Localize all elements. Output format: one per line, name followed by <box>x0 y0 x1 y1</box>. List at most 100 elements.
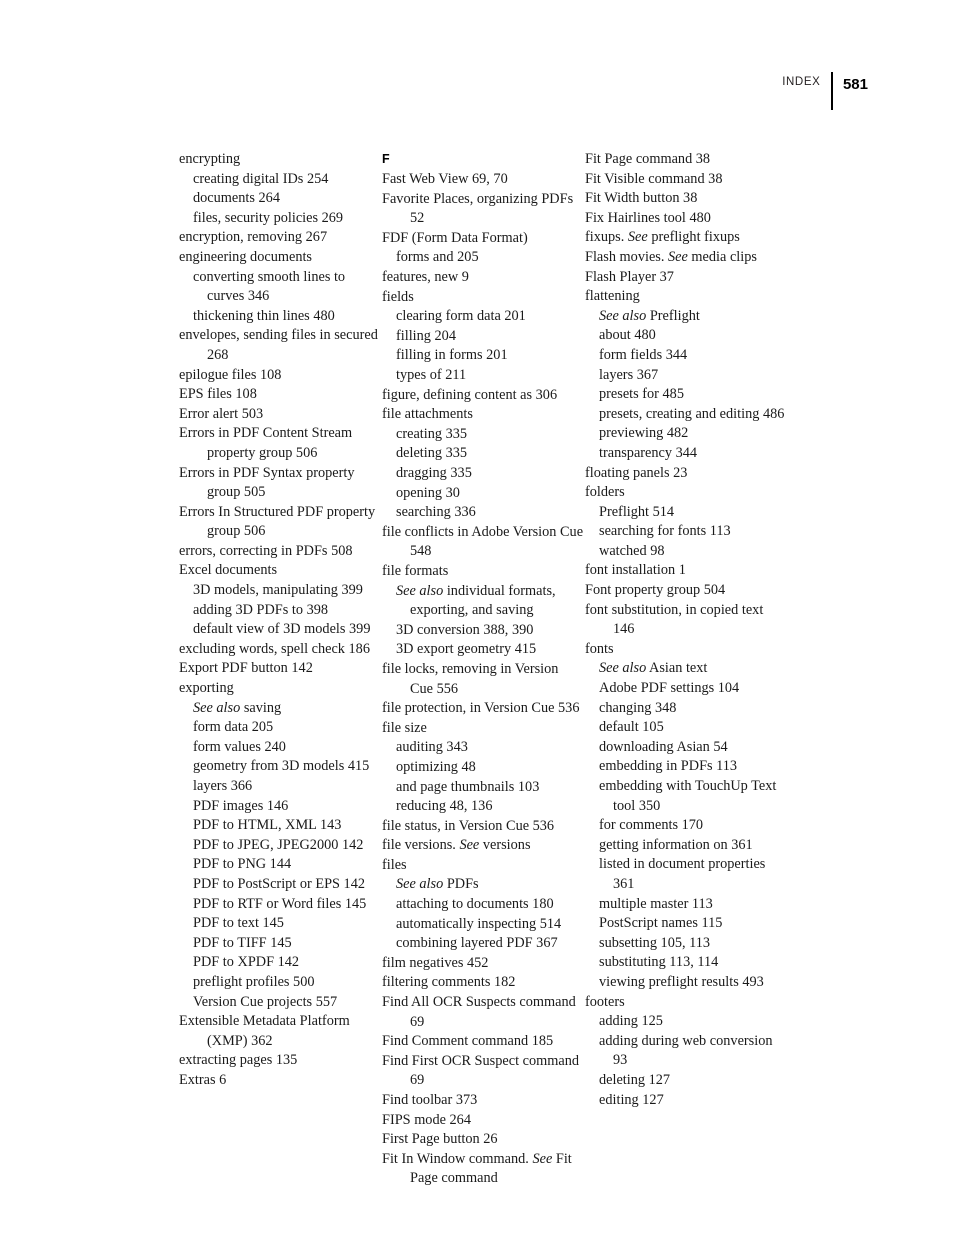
index-subentry: form data 205 <box>193 719 274 736</box>
index-entry: file status, in Version Cue 536 <box>382 817 555 834</box>
cross-reference-italic: See <box>459 837 480 854</box>
index-entry: filtering comments 182 <box>382 974 516 991</box>
index-subentry: See also Asian text <box>599 660 708 677</box>
index-entry: file formats <box>382 562 449 579</box>
cross-reference-italic: See also <box>396 582 444 599</box>
index-subentry: embedding with TouchUp Text tool 350 <box>599 778 777 814</box>
index-entry: EPS files 108 <box>179 386 257 403</box>
index-column-1: encrypting creating digital IDs 254 docume… <box>179 150 382 1091</box>
index-subentry: files, security policies 269 <box>193 209 344 226</box>
index-subentry: changing 348 <box>599 699 677 716</box>
index-entry: figure, defining content as 306 <box>382 386 558 403</box>
index-entry: font substitution, in copied text 146 <box>585 601 764 638</box>
index-entry: epilogue files 108 <box>179 366 282 383</box>
index-entry: Errors in PDF Syntax property group 505 <box>179 464 355 501</box>
index-subentry: creating digital IDs 254 <box>193 170 329 187</box>
index-subentry: thickening thin lines 480 <box>193 307 335 324</box>
index-subentry: PDF to text 145 <box>193 915 284 932</box>
index-entry: encrypting <box>179 151 241 167</box>
index-entry: Fix Hairlines tool 480 <box>585 209 711 226</box>
index-entry: Favorite Places, organizing PDFs 52 <box>382 190 574 227</box>
index-entry: file versions. See versions <box>382 837 531 854</box>
index-subentry: creating 335 <box>396 425 468 442</box>
index-subentry: multiple master 113 <box>599 895 713 912</box>
index-subentry: converting smooth lines to curves 346 <box>193 268 346 305</box>
cross-reference-italic: See also <box>396 876 444 893</box>
index-entry: encryption, removing 267 <box>179 229 328 246</box>
index-entry: Extras 6 <box>179 1071 227 1088</box>
index-subentry: presets, creating and editing 486 <box>599 405 785 422</box>
index-entry: envelopes, sending files in secured 268 <box>179 327 378 363</box>
index-subentry: for comments 170 <box>599 817 704 834</box>
index-subentry: about 480 <box>599 327 656 344</box>
index-subentry: searching for fonts 113 <box>599 523 731 540</box>
index-entry: Fit Visible command 38 <box>585 170 723 187</box>
index-subentry: layers 366 <box>193 778 253 794</box>
cross-reference-italic: See also <box>599 660 647 677</box>
index-entry: Find Comment command 185 <box>382 1033 554 1050</box>
index-subentry: downloading Asian 54 <box>599 738 728 755</box>
cross-reference-italic: See <box>532 1150 553 1167</box>
index-subentry: substituting 113, 114 <box>599 954 719 971</box>
index-subentry: PDF to JPEG, JPEG2000 142 <box>193 836 364 853</box>
index-entry: Errors in PDF Content Stream property gr… <box>179 425 353 461</box>
index-entry: engineering documents <box>179 248 313 265</box>
index-subentry: default 105 <box>599 719 664 736</box>
index-subentry: subsetting 105, 113 <box>599 934 711 951</box>
page-number: 581 <box>842 75 868 93</box>
index-entry: features, new 9 <box>382 269 469 286</box>
index-entry: Errors In Structured PDF property group … <box>179 503 376 540</box>
index-entry: file protection, in Version Cue 536 <box>382 700 580 717</box>
index-subentry: Preflight 514 <box>599 503 675 520</box>
index-subentry: PDF to RTF or Word files 145 <box>193 895 367 912</box>
index-entry: First Page button 26 <box>382 1131 498 1148</box>
index-entry: file size <box>382 719 427 736</box>
index-subentry: See also Preflight <box>599 307 700 324</box>
index-column-2: F Fast Web View 69, 70 Favorite Places, or… <box>382 150 585 1189</box>
index-subentry: searching 336 <box>396 504 476 521</box>
index-subentry: clearing form data 201 <box>396 308 526 325</box>
index-entry: Flash Player 37 <box>585 268 674 285</box>
index-subentry: attaching to documents 180 <box>396 896 554 913</box>
index-subentry: adding during web conversion 93 <box>599 1032 773 1069</box>
index-subentry: PDF to HTML, XML 143 <box>193 817 342 834</box>
cross-reference-italic: See <box>627 229 648 246</box>
index-subentry: getting information on 361 <box>599 836 753 853</box>
index-subentry: optimizing 48 <box>396 758 476 775</box>
index-subentry: dragging 335 <box>396 465 472 481</box>
index-entry: Font property group 504 <box>585 582 726 599</box>
index-subentry: PostScript names 115 <box>599 915 723 932</box>
index-subentry: PDF to PostScript or EPS 142 <box>193 875 365 892</box>
index-subentry: combining layered PDF 367 <box>396 935 558 952</box>
index-subentry: Version Cue projects 557 <box>193 993 338 1010</box>
index-subentry: PDF to XPDF 142 <box>193 954 300 971</box>
index-subentry: preflight profiles 500 <box>193 973 315 990</box>
index-subentry: 3D conversion 388, 390 <box>396 621 534 638</box>
index-entry: files <box>382 856 407 873</box>
index-entry: flattening <box>585 288 640 305</box>
index-body: encrypting creating digital IDs 254 docume… <box>179 150 895 1189</box>
index-entry: Fit Width button 38 <box>585 190 698 207</box>
index-subentry: previewing 482 <box>599 425 689 442</box>
index-subentry: opening 30 <box>396 484 460 501</box>
index-entry: Error alert 503 <box>179 405 264 422</box>
index-subentry: editing 127 <box>599 1091 664 1108</box>
index-subentry: deleting 335 <box>396 445 468 462</box>
page-header: INDEX 581 <box>782 72 868 110</box>
index-entry: excluding words, spell check 186 <box>179 640 370 657</box>
index-entry: fixups. See preflight fixups <box>585 229 740 246</box>
cross-reference-italic: See also <box>193 699 241 716</box>
running-head-label: INDEX <box>782 76 821 89</box>
index-subentry: PDF to PNG 144 <box>193 856 292 873</box>
index-subentry: auditing 343 <box>396 739 468 756</box>
index-entry: Fit Page command 38 <box>585 151 711 167</box>
cross-reference-italic: See also <box>599 307 647 324</box>
index-entry: Find toolbar 373 <box>382 1092 478 1108</box>
index-entry: Flash movies. See media clips <box>585 248 757 265</box>
index-subentry: documents 264 <box>193 190 280 207</box>
index-subentry: listed in document properties 361 <box>599 856 766 892</box>
index-subentry: types of 211 <box>396 367 467 384</box>
index-subentry: transparency 344 <box>599 444 698 461</box>
cross-reference-italic: See <box>668 248 688 265</box>
index-subentry: layers 367 <box>599 366 659 383</box>
